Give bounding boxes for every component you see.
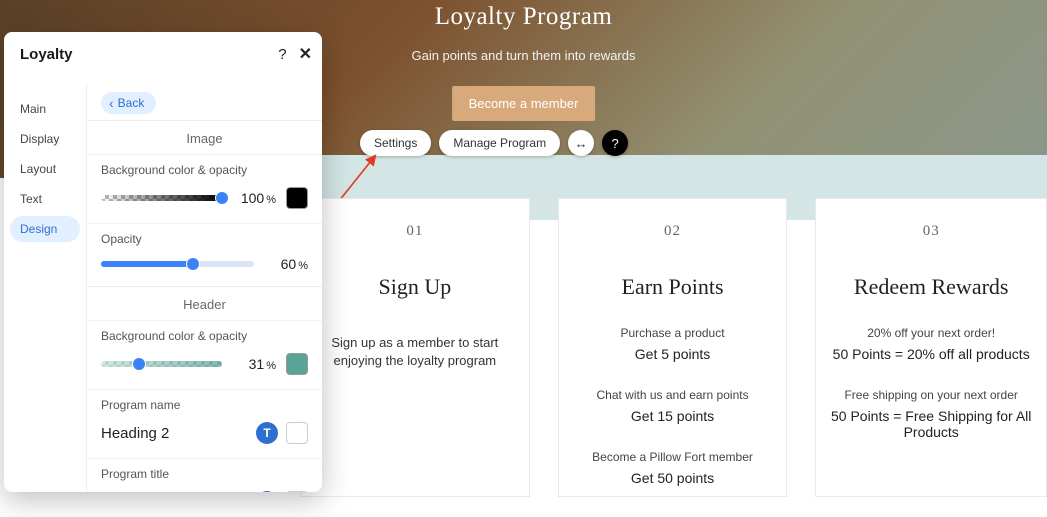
field-label: Opacity: [101, 232, 308, 246]
back-button[interactable]: Back: [101, 92, 156, 114]
text-style-icon[interactable]: T: [256, 422, 278, 444]
redeem-desc: Free shipping on your next order: [826, 388, 1036, 402]
tab-text[interactable]: Text: [10, 186, 80, 212]
section-header: Header: [87, 286, 322, 320]
program-title-swatch[interactable]: [286, 491, 308, 492]
image-bg-pct: 100%: [232, 190, 276, 206]
panel-tabs: Main Display Layout Text Design: [4, 84, 86, 254]
image-opacity-slider[interactable]: [101, 261, 254, 267]
image-opacity-field: Opacity 60%: [87, 223, 322, 286]
card-number: 03: [826, 223, 1036, 240]
header-bg-pct: 31%: [232, 356, 276, 372]
card-number: 02: [569, 223, 777, 240]
earn-reward: Get 15 points: [569, 408, 777, 424]
field-label: Background color & opacity: [101, 329, 308, 343]
hero-title: Loyalty Program: [0, 3, 1047, 31]
tab-design[interactable]: Design: [10, 216, 80, 242]
program-name-value[interactable]: Heading 2: [101, 425, 169, 442]
settings-button[interactable]: Settings: [360, 130, 431, 156]
earn-desc: Become a Pillow Fort member: [569, 450, 777, 464]
card-body: Sign up as a member to start enjoying th…: [311, 334, 519, 370]
card-title: Redeem Rewards: [826, 274, 1036, 300]
card-title: Earn Points: [569, 274, 777, 300]
redeem-reward: 50 Points = 20% off all products: [826, 346, 1036, 362]
panel-title: Loyalty: [4, 32, 262, 76]
design-panel: Loyalty ? ✕ Main Display Layout Text Des…: [4, 32, 322, 492]
manage-program-button[interactable]: Manage Program: [439, 130, 560, 156]
become-member-button[interactable]: Become a member: [452, 86, 596, 121]
card-signup: 01 Sign Up Sign up as a member to start …: [300, 198, 530, 497]
stretch-icon[interactable]: ↔: [568, 130, 594, 156]
text-style-icon[interactable]: T: [256, 491, 278, 492]
tab-main[interactable]: Main: [10, 96, 80, 122]
program-title-field: Program title Heading T: [87, 458, 322, 492]
image-bg-slider[interactable]: [101, 195, 222, 201]
image-opacity-pct: 60%: [264, 256, 308, 272]
close-icon[interactable]: ✕: [299, 44, 312, 64]
program-name-swatch[interactable]: [286, 422, 308, 444]
field-label: Program title: [101, 467, 308, 481]
earn-reward: Get 50 points: [569, 470, 777, 486]
header-bg-field: Background color & opacity 31%: [87, 320, 322, 389]
card-earn: 02 Earn Points Purchase a product Get 5 …: [558, 198, 788, 497]
earn-desc: Chat with us and earn points: [569, 388, 777, 402]
steps-cards: 01 Sign Up Sign up as a member to start …: [300, 198, 1047, 497]
image-bg-swatch[interactable]: [286, 187, 308, 209]
section-image: Image: [87, 120, 322, 154]
panel-body[interactable]: Back Image Background color & opacity 10…: [86, 84, 322, 492]
redeem-desc: 20% off your next order!: [826, 326, 1036, 340]
help-icon[interactable]: ?: [602, 130, 628, 156]
header-bg-swatch[interactable]: [286, 353, 308, 375]
widget-toolbar: Settings Manage Program ↔ ?: [360, 130, 628, 156]
image-bg-field: Background color & opacity 100%: [87, 154, 322, 223]
field-label: Program name: [101, 398, 308, 412]
panel-help-icon[interactable]: ?: [278, 46, 286, 63]
redeem-reward: 50 Points = Free Shipping for All Produc…: [826, 408, 1036, 440]
program-name-field: Program name Heading 2 T: [87, 389, 322, 458]
earn-desc: Purchase a product: [569, 326, 777, 340]
field-label: Background color & opacity: [101, 163, 308, 177]
card-number: 01: [311, 223, 519, 240]
card-title: Sign Up: [311, 274, 519, 300]
earn-reward: Get 5 points: [569, 346, 777, 362]
header-bg-slider[interactable]: [101, 361, 222, 367]
tab-display[interactable]: Display: [10, 126, 80, 152]
tab-layout[interactable]: Layout: [10, 156, 80, 182]
card-redeem: 03 Redeem Rewards 20% off your next orde…: [815, 198, 1047, 497]
